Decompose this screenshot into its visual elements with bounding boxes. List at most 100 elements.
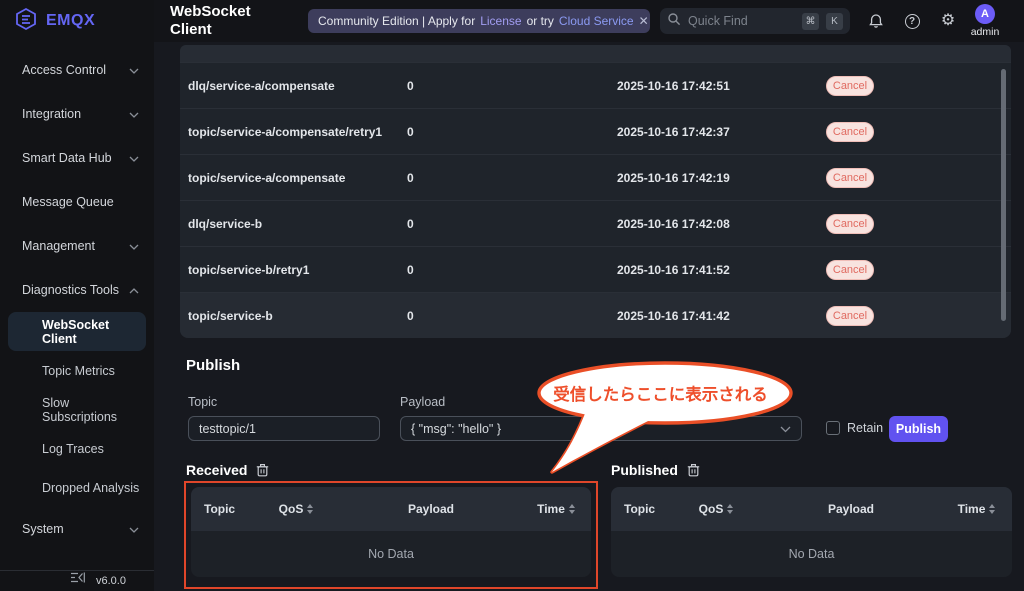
brand-logo[interactable]: EMQX (0, 0, 154, 42)
cancel-button[interactable]: Cancel (826, 121, 874, 142)
cloud-service-link[interactable]: Cloud Service (559, 14, 634, 28)
payload-field-label: Payload (400, 395, 446, 409)
cancel-button[interactable]: Cancel (826, 305, 874, 326)
sidebar-item-label: Slow Subscriptions (42, 395, 118, 424)
gear-icon[interactable]: ⚙ (939, 12, 957, 30)
sort-icon[interactable] (727, 504, 734, 514)
sidebar-item-label: Smart Data Hub (22, 151, 112, 165)
brand-name: EMQX (46, 12, 96, 29)
subscription-qos: 0 (407, 308, 414, 323)
sidebar-item-system[interactable]: System (0, 507, 154, 551)
subscriptions-table-header-cropped (180, 45, 1011, 62)
column-header-topic: Topic (204, 502, 236, 516)
topic-input[interactable]: testtopic/1 (188, 416, 380, 441)
topbar: WebSocket Client Community Edition | App… (154, 0, 1024, 42)
sidebar-item-label: Message Queue (22, 195, 114, 209)
banner-close-icon[interactable]: ✕ (639, 14, 649, 28)
sort-icon[interactable] (989, 504, 996, 514)
sidebar-item-log-traces[interactable]: Log Traces (8, 429, 146, 468)
vertical-scrollbar[interactable] (1001, 69, 1006, 321)
sidebar-nav: Access Control Integration Smart Data Hu… (0, 42, 154, 551)
help-icon[interactable]: ? (903, 12, 921, 30)
cmd-key-badge: ⌘ (802, 12, 819, 30)
cancel-button[interactable]: Cancel (826, 213, 874, 234)
license-link[interactable]: License (480, 14, 521, 28)
sidebar-footer: v6.0.0 (0, 570, 154, 591)
topic-input-value: testtopic/1 (199, 421, 256, 436)
sort-icon[interactable] (307, 504, 314, 514)
payload-input-value: { "msg": "hello" } (411, 421, 502, 436)
column-header-payload: Payload (407, 502, 455, 516)
search-placeholder: Quick Find (688, 14, 748, 28)
sidebar-item-label: Log Traces (42, 441, 104, 456)
avatar[interactable]: A (975, 4, 995, 24)
sidebar-item-label: Dropped Analysis (42, 480, 140, 495)
sidebar-item-label: System (22, 522, 64, 536)
subscriptions-table: dlq/service-a/compensate 0 2025-10-16 17… (180, 45, 1011, 338)
column-header-time[interactable]: Time (941, 502, 1012, 516)
sidebar-item-label: Management (22, 239, 95, 253)
sidebar-item-access-control[interactable]: Access Control (0, 48, 154, 92)
sidebar-item-message-queue[interactable]: Message Queue (0, 180, 154, 224)
sidebar: EMQX Access Control Integration Smart Da… (0, 0, 154, 591)
subscription-time: 2025-10-16 17:41:52 (617, 262, 730, 277)
quick-find-input[interactable]: Quick Find ⌘ K (660, 8, 850, 34)
sort-icon[interactable] (568, 504, 575, 514)
sidebar-item-websocket-client[interactable]: WebSocket Client (8, 312, 146, 351)
sidebar-item-label: WebSocket Client (42, 317, 110, 346)
received-empty-state: No Data (368, 547, 414, 561)
table-row: topic/service-b 0 2025-10-16 17:41:42 Ca… (180, 292, 1011, 338)
table-row: dlq/service-a/compensate 0 2025-10-16 17… (180, 62, 1011, 108)
banner-text: or try (526, 14, 554, 28)
received-heading: Received (186, 462, 269, 478)
annotation-text: 受信したらここに表示される (553, 386, 768, 404)
retain-label: Retain (847, 421, 884, 435)
sidebar-item-integration[interactable]: Integration (0, 92, 154, 136)
chevron-up-icon (129, 283, 139, 297)
sidebar-item-label: Topic Metrics (42, 363, 115, 378)
received-table-header: Topic QoS Payload Time (191, 487, 591, 531)
trash-icon[interactable] (256, 463, 269, 477)
cancel-button[interactable]: Cancel (826, 259, 874, 280)
sidebar-item-management[interactable]: Management (0, 224, 154, 268)
sidebar-item-label: Integration (22, 107, 82, 121)
subscription-qos: 0 (407, 78, 414, 93)
subscription-topic: topic/service-a/compensate/retry1 (188, 124, 383, 139)
page-title: WebSocket Client (170, 3, 251, 38)
subscription-qos: 0 (407, 216, 414, 231)
subscription-time: 2025-10-16 17:42:19 (617, 170, 730, 185)
publish-button[interactable]: Publish (889, 416, 948, 442)
notifications-bell-icon[interactable] (867, 12, 885, 30)
sidebar-item-label: Diagnostics Tools (22, 283, 120, 297)
trash-icon[interactable] (687, 463, 700, 477)
banner-text: Community Edition | Apply for (318, 14, 476, 28)
edition-banner: Community Edition | Apply for License or… (308, 9, 650, 33)
column-header-qos[interactable]: QoS (671, 502, 761, 516)
chevron-down-icon (129, 107, 139, 121)
published-empty-state: No Data (788, 547, 835, 561)
column-header-topic: Topic (624, 502, 656, 516)
column-header-qos[interactable]: QoS (251, 502, 341, 516)
cancel-button[interactable]: Cancel (826, 167, 874, 188)
subscription-qos: 0 (407, 262, 414, 277)
sidebar-item-diagnostics-tools[interactable]: Diagnostics Tools (0, 268, 154, 312)
emqx-dashboard: EMQX Access Control Integration Smart Da… (0, 0, 1024, 591)
subscription-time: 2025-10-16 17:42:08 (617, 216, 730, 231)
sidebar-item-dropped-analysis[interactable]: Dropped Analysis (8, 468, 146, 507)
table-row: topic/service-b/retry1 0 2025-10-16 17:4… (180, 246, 1011, 292)
avatar-initial: A (981, 8, 989, 20)
collapse-sidebar-icon[interactable] (70, 571, 85, 587)
retain-checkbox[interactable] (826, 421, 840, 435)
subscription-topic: dlq/service-b (188, 216, 263, 231)
cancel-button[interactable]: Cancel (826, 75, 874, 96)
chevron-down-icon (129, 151, 139, 165)
payload-select[interactable]: { "msg": "hello" } (400, 416, 802, 441)
sidebar-item-slow-subscriptions[interactable]: Slow Subscriptions (8, 390, 146, 429)
sidebar-item-topic-metrics[interactable]: Topic Metrics (8, 351, 146, 390)
column-header-time[interactable]: Time (521, 502, 591, 516)
username-label: admin (970, 26, 1000, 38)
published-heading: Published (611, 462, 700, 478)
received-heading-label: Received (186, 462, 248, 478)
sidebar-item-smart-data-hub[interactable]: Smart Data Hub (0, 136, 154, 180)
table-row: topic/service-a/compensate/retry1 0 2025… (180, 108, 1011, 154)
